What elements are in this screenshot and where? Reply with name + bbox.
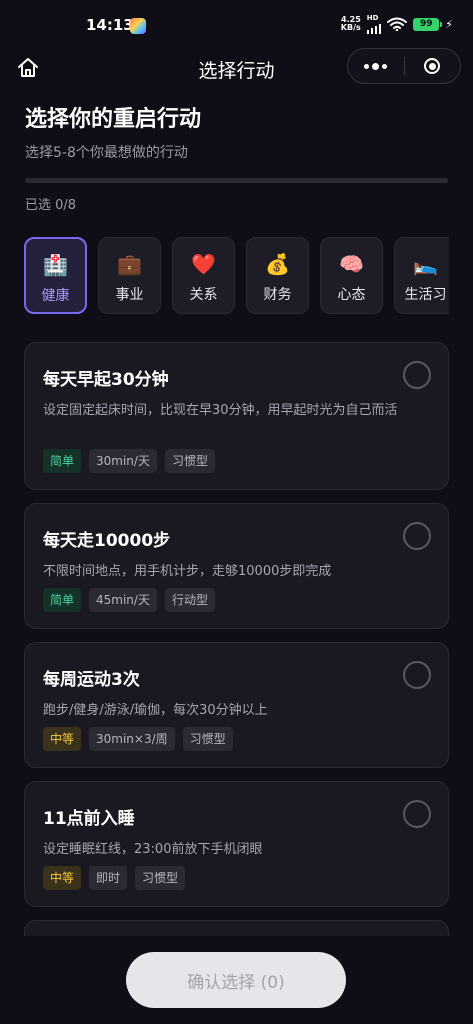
action-title: 每天早起30分钟 [43, 370, 169, 390]
selected-count: 已选 0/8 [25, 198, 77, 213]
action-card-walk-steps[interactable]: 每天走10000步 不限时间地点，用手机计步，走够10000步即完成 简单 45… [24, 503, 449, 629]
status-time: 14:13 [86, 16, 134, 34]
nav-bar: 选择行动 [0, 44, 473, 92]
action-tags: 简单 45min/天 行动型 [43, 588, 215, 612]
action-title: 每天走10000步 [43, 531, 171, 551]
difficulty-tag: 简单 [43, 588, 82, 612]
confirm-selection-button[interactable]: 确认选择 (0) [126, 952, 346, 1008]
type-tag: 行动型 [164, 588, 215, 612]
type-tag: 习惯型 [135, 866, 186, 890]
money-bag-icon: 💰 [265, 252, 290, 276]
action-tags: 简单 30min/天 习惯型 [43, 449, 215, 473]
difficulty-tag: 简单 [43, 449, 82, 473]
difficulty-tag: 中等 [43, 727, 82, 751]
action-title: 每周运动3次 [43, 670, 140, 690]
signal-icon [366, 22, 382, 34]
tab-lifestyle[interactable]: 🛌 生活习 [394, 237, 449, 314]
select-action-page: 14:13 4.25 KB/s HD 99 ⚡ 选择行动 选择你的重启行动 选择… [0, 0, 473, 1024]
selection-progress-bar [25, 178, 448, 183]
mini-program-capsule [347, 48, 461, 84]
status-bar: 14:13 4.25 KB/s HD 99 ⚡ [0, 0, 473, 44]
action-description: 设定固定起床时间，比现在早30分钟，用早起时光为自己而活 [43, 403, 398, 418]
network-type-label: HD [366, 13, 379, 22]
action-card-early-rise[interactable]: 每天早起30分钟 设定固定起床时间，比现在早30分钟，用早起时光为自己而活 简单… [24, 342, 449, 490]
bed-icon: 🛌 [413, 252, 438, 276]
target-circle-icon [424, 58, 441, 74]
action-tags: 中等 即时 习惯型 [43, 866, 186, 890]
battery-icon: 99 [413, 17, 443, 31]
action-description: 设定睡眠红线，23:00前放下手机闭眼 [43, 842, 263, 857]
type-tag: 习惯型 [164, 449, 215, 473]
network-speed-unit: KB/s [340, 23, 361, 32]
page-subtitle: 选择5-8个你最想做的行动 [25, 145, 188, 161]
duration-tag: 即时 [89, 866, 128, 890]
tab-career[interactable]: 💼 事业 [98, 237, 161, 314]
action-description: 跑步/健身/游泳/瑜伽，每次30分钟以上 [43, 703, 268, 718]
tab-label: 关系 [189, 287, 218, 303]
battery-level: 99 [420, 19, 433, 29]
action-description: 不限时间地点，用手机计步，走够10000步即完成 [43, 564, 332, 579]
duration-tag: 30min/天 [89, 449, 157, 473]
tab-label: 财务 [263, 287, 292, 303]
type-tag: 习惯型 [182, 727, 233, 751]
heart-icon: ❤️ [191, 252, 216, 276]
page-title: 选择你的重启行动 [25, 107, 202, 132]
tab-label: 健康 [41, 288, 70, 304]
select-radio[interactable] [403, 661, 431, 689]
status-indicators: 4.25 KB/s HD 99 ⚡ [341, 14, 453, 34]
more-button[interactable] [348, 49, 404, 83]
tab-label: 生活习 [404, 287, 447, 303]
wifi-icon [387, 17, 408, 31]
tab-relationships[interactable]: ❤️ 关系 [172, 237, 235, 314]
duration-tag: 45min/天 [89, 588, 157, 612]
briefcase-icon: 💼 [117, 252, 142, 276]
select-radio[interactable] [403, 522, 431, 550]
close-mini-program-button[interactable] [404, 49, 460, 83]
tab-health[interactable]: 🏥 健康 [24, 237, 87, 314]
difficulty-tag: 中等 [43, 866, 82, 890]
select-radio[interactable] [403, 361, 431, 389]
category-tabs: 🏥 健康 💼 事业 ❤️ 关系 💰 财务 🧠 心态 🛌 生活习 [24, 237, 449, 317]
tab-mindset[interactable]: 🧠 心态 [320, 237, 383, 314]
tab-label: 事业 [115, 287, 144, 303]
tab-label: 心态 [337, 287, 366, 303]
app-icon [130, 18, 146, 34]
brain-icon: 🧠 [339, 252, 364, 276]
duration-tag: 30min×3/周 [89, 727, 175, 751]
action-card-exercise[interactable]: 每周运动3次 跑步/健身/游泳/瑜伽，每次30分钟以上 中等 30min×3/周… [24, 642, 449, 768]
action-tags: 中等 30min×3/周 习惯型 [43, 727, 233, 751]
action-title: 11点前入睡 [43, 809, 135, 829]
network-speed: 4.25 KB/s [341, 16, 361, 32]
charging-bolt-icon: ⚡ [445, 17, 453, 31]
select-radio[interactable] [403, 800, 431, 828]
bottom-bar: 确认选择 (0) [0, 936, 473, 1024]
action-card-sleep-early[interactable]: 11点前入睡 设定睡眠红线，23:00前放下手机闭眼 中等 即时 习惯型 [24, 781, 449, 907]
tab-finance[interactable]: 💰 财务 [246, 237, 309, 314]
hospital-icon: 🏥 [43, 253, 68, 277]
